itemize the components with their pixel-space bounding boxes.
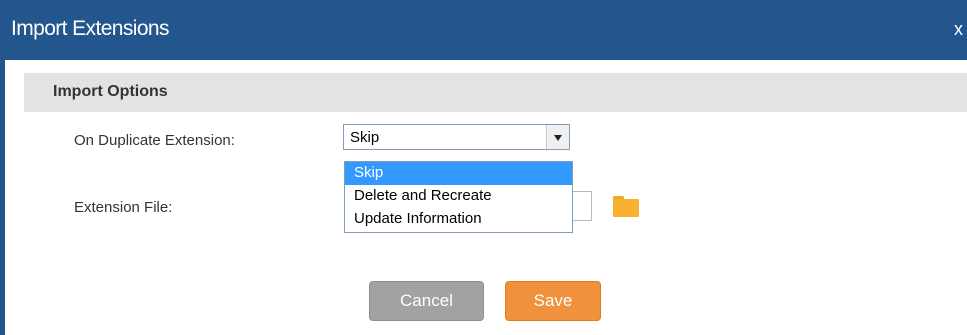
dialog-left-border <box>0 60 5 335</box>
cancel-button[interactable]: Cancel <box>369 281 484 321</box>
import-options-header: Import Options <box>24 73 967 112</box>
dropdown-option-skip[interactable]: Skip <box>345 162 572 185</box>
folder-icon-body <box>613 199 639 217</box>
save-button[interactable]: Save <box>505 281 601 321</box>
dialog-titlebar: Import Extensions x <box>0 0 967 60</box>
section-title: Import Options <box>53 83 168 100</box>
chevron-down-icon[interactable] <box>546 125 569 149</box>
on-duplicate-extension-select[interactable]: Skip <box>343 124 570 150</box>
on-duplicate-extension-label: On Duplicate Extension: <box>74 132 235 149</box>
close-button[interactable]: x <box>954 19 963 40</box>
select-current-value: Skip <box>350 129 380 146</box>
folder-icon[interactable] <box>613 196 639 217</box>
dialog-title: Import Extensions <box>11 17 169 40</box>
import-extensions-dialog: Import Extensions x Import Options On Du… <box>0 0 967 335</box>
dropdown-option-delete-and-recreate[interactable]: Delete and Recreate <box>345 185 572 208</box>
extension-file-label: Extension File: <box>74 199 173 216</box>
duplicate-options-dropdown: Skip Delete and Recreate Update Informat… <box>344 161 573 233</box>
dropdown-option-update-information[interactable]: Update Information <box>345 208 572 231</box>
extension-file-input[interactable] <box>571 191 592 221</box>
